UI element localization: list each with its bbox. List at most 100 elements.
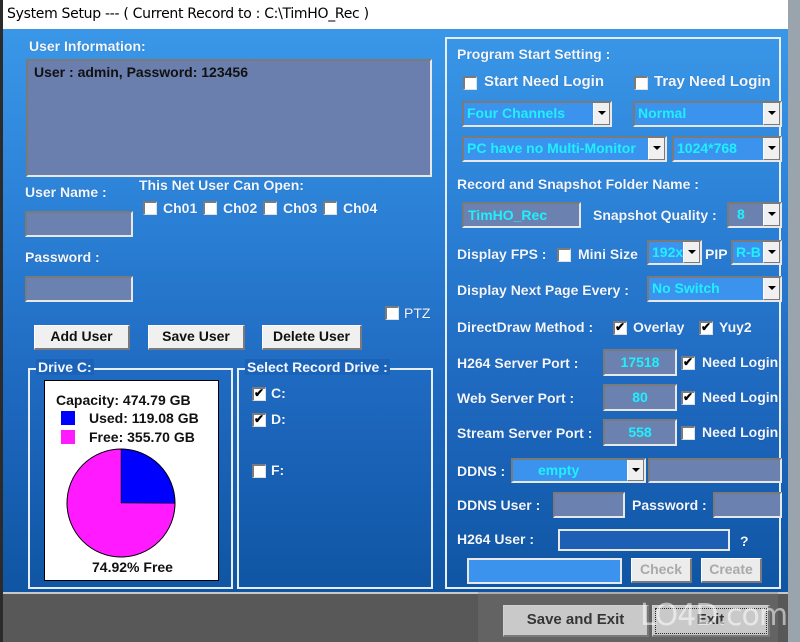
monitor-dropdown[interactable]: PC have no Multi-Monitor xyxy=(462,136,667,162)
chevron-down-icon[interactable] xyxy=(683,242,700,263)
yuy2-checkbox[interactable] xyxy=(699,320,713,335)
user-name-label: User Name : xyxy=(25,184,107,200)
system-setup-window: System Setup --- ( Current Record to : C… xyxy=(3,0,788,642)
tray-need-login-label: Tray Need Login xyxy=(654,73,771,90)
web-port-input[interactable]: 80 xyxy=(603,384,677,411)
chevron-down-icon[interactable] xyxy=(763,204,780,226)
chevron-down-icon[interactable] xyxy=(593,103,610,125)
create-button[interactable]: Create xyxy=(701,558,762,583)
chevron-down-icon[interactable] xyxy=(763,278,780,300)
overlay-label: Overlay xyxy=(633,319,685,335)
add-user-button[interactable]: Add User xyxy=(34,325,130,350)
chevron-down-icon[interactable] xyxy=(763,242,780,263)
password-label: Password : xyxy=(25,249,100,265)
stream-port-label: Stream Server Port : xyxy=(457,425,593,441)
check-button[interactable]: Check xyxy=(631,558,692,583)
drive-c-checkbox[interactable] xyxy=(252,386,266,401)
user-name-input[interactable] xyxy=(25,211,133,237)
chevron-down-icon[interactable] xyxy=(627,460,644,481)
web-need-login-label: Need Login xyxy=(702,389,779,405)
web-port-label: Web Server Port : xyxy=(457,390,575,406)
h264-need-login-checkbox[interactable] xyxy=(681,355,695,370)
save-user-button[interactable]: Save User xyxy=(148,325,245,350)
drive-group-title: Drive C: xyxy=(36,359,94,375)
ddns-label: DDNS : xyxy=(457,463,506,479)
user-list-box[interactable]: User : admin, Password: 123456 xyxy=(26,59,432,177)
legend-used-text: Used: 119.08 GB xyxy=(89,410,199,426)
overlay-checkbox[interactable] xyxy=(613,320,627,335)
start-need-login-label: Start Need Login xyxy=(484,73,605,90)
ch01-label: Ch01 xyxy=(163,200,198,216)
ch04-checkbox[interactable] xyxy=(323,201,337,215)
desktop-background xyxy=(788,0,800,642)
mini-size-dropdown[interactable]: 192x xyxy=(647,240,702,265)
ddns-dropdown[interactable]: empty xyxy=(511,458,646,483)
pip-dropdown[interactable]: R-B xyxy=(731,240,782,265)
ddns-password-input[interactable] xyxy=(713,492,782,518)
help-question-icon[interactable]: ? xyxy=(740,533,749,549)
legend-free-swatch xyxy=(61,430,75,444)
legend-free-text: Free: 355.70 GB xyxy=(89,429,195,445)
drive-d-label: D: xyxy=(271,411,286,427)
user-info-heading: User Information: xyxy=(29,38,146,54)
drive-chart-panel: Capacity: 474.79 GB Used: 119.08 GB Free… xyxy=(44,380,219,581)
chevron-down-icon[interactable] xyxy=(763,138,780,160)
display-fps-label: Display FPS : xyxy=(457,246,547,262)
h264-code-input[interactable] xyxy=(467,558,622,584)
h264-user-label: H264 User : xyxy=(457,531,535,547)
web-need-login-checkbox[interactable] xyxy=(681,390,695,405)
ddns-user-input[interactable] xyxy=(553,492,625,518)
h264-need-login-label: Need Login xyxy=(702,354,779,370)
password-input[interactable] xyxy=(25,276,133,302)
h264-port-label: H264 Server Port : xyxy=(457,355,579,371)
start-need-login-checkbox[interactable] xyxy=(463,76,477,90)
program-start-heading: Program Start Setting : xyxy=(457,46,611,62)
directdraw-label: DirectDraw Method : xyxy=(457,319,594,335)
net-user-label: This Net User Can Open: xyxy=(139,177,304,193)
watermark-text: LO4D.com xyxy=(640,598,788,633)
resolution-dropdown[interactable]: 1024*768 xyxy=(672,136,782,162)
user-list-entry[interactable]: User : admin, Password: 123456 xyxy=(28,61,430,83)
ch04-label: Ch04 xyxy=(343,200,378,216)
ptz-label: PTZ xyxy=(404,305,431,321)
ddns-host-input[interactable] xyxy=(648,458,782,483)
channels-dropdown[interactable]: Four Channels xyxy=(462,101,612,127)
mode-dropdown[interactable]: Normal xyxy=(633,101,782,127)
pip-label: PIP xyxy=(705,246,728,262)
legend-used-swatch xyxy=(61,411,75,425)
stream-port-input[interactable]: 558 xyxy=(603,419,677,446)
snapshot-quality-label: Snapshot Quality : xyxy=(593,207,717,223)
drive-pie-chart xyxy=(66,448,176,558)
record-drive-group-title: Select Record Drive : xyxy=(245,359,390,375)
folder-name-input[interactable]: TimHO_Rec xyxy=(462,202,581,228)
snapshot-quality-dropdown[interactable]: 8 xyxy=(727,202,782,228)
tray-need-login-checkbox[interactable] xyxy=(634,76,648,90)
ch02-label: Ch02 xyxy=(223,200,258,216)
h264-user-input[interactable] xyxy=(558,529,730,551)
mini-size-label: Mini Size xyxy=(578,246,638,262)
settings-panel: Program Start Setting : Start Need Login… xyxy=(445,37,782,589)
ddns-password-label: Password : xyxy=(632,497,707,513)
ptz-checkbox[interactable] xyxy=(385,306,399,320)
ch03-label: Ch03 xyxy=(283,200,318,216)
client-area: User Information: User : admin, Password… xyxy=(3,29,788,592)
window-title: System Setup --- ( Current Record to : C… xyxy=(3,0,788,29)
chevron-down-icon[interactable] xyxy=(648,138,665,160)
ch02-checkbox[interactable] xyxy=(203,201,217,215)
pie-slice-used xyxy=(120,448,176,504)
delete-user-button[interactable]: Delete User xyxy=(262,325,362,350)
display-fps-checkbox[interactable] xyxy=(557,248,571,262)
next-page-dropdown[interactable]: No Switch xyxy=(647,276,782,302)
folder-heading: Record and Snapshot Folder Name : xyxy=(457,176,699,192)
h264-port-input[interactable]: 17518 xyxy=(603,349,677,376)
ch03-checkbox[interactable] xyxy=(263,201,277,215)
drive-d-checkbox[interactable] xyxy=(252,412,266,427)
drive-group: Drive C: Capacity: 474.79 GB Used: 119.0… xyxy=(28,359,233,589)
ch01-checkbox[interactable] xyxy=(143,201,157,215)
chevron-down-icon[interactable] xyxy=(763,103,780,125)
record-drive-group: Select Record Drive : C: D: F: xyxy=(237,359,433,589)
free-percent-text: 74.92% Free xyxy=(92,559,173,575)
stream-need-login-checkbox[interactable] xyxy=(681,426,695,440)
drive-f-checkbox[interactable] xyxy=(252,464,266,478)
drive-c-label: C: xyxy=(271,385,286,401)
